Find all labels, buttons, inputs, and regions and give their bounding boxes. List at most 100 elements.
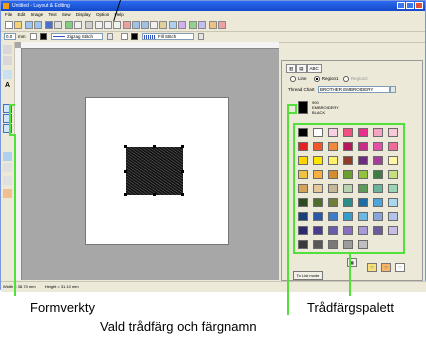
help-icon[interactable] <box>218 21 226 29</box>
thread-color-swatch[interactable] <box>298 184 308 193</box>
thread-color-swatch[interactable] <box>343 170 353 179</box>
maximize-icon[interactable] <box>406 2 414 9</box>
menu-edit[interactable]: Edit <box>18 12 26 17</box>
copy-icon[interactable] <box>104 21 112 29</box>
thread-color-swatch[interactable] <box>358 198 368 207</box>
stamp-tool-icon[interactable] <box>3 176 12 185</box>
thread-color-swatch[interactable] <box>328 240 338 249</box>
region-color-icon[interactable] <box>131 33 138 40</box>
thread-color-swatch[interactable] <box>343 156 353 165</box>
brush-tool-icon[interactable] <box>3 152 12 161</box>
thread-color-swatch[interactable] <box>298 156 308 165</box>
thread-color-swatch[interactable] <box>313 198 323 207</box>
thread-color-swatch[interactable] <box>373 156 383 165</box>
menu-text[interactable]: Text <box>48 12 56 17</box>
size-input[interactable]: 0.0 <box>4 33 16 40</box>
thread-color-swatch[interactable] <box>373 212 383 221</box>
thread-color-swatch[interactable] <box>373 226 383 235</box>
thread-chart-select[interactable]: BROTHER EMBROIDERY <box>318 86 390 93</box>
region-dropdown-icon[interactable] <box>198 33 204 40</box>
menu-sew[interactable]: Sew <box>62 12 71 17</box>
resize-handle[interactable] <box>124 145 127 148</box>
menu-option[interactable]: Option <box>96 12 109 17</box>
thread-color-swatch[interactable] <box>388 212 398 221</box>
resize-handle[interactable] <box>124 170 127 173</box>
thread-color-swatch[interactable] <box>388 142 398 151</box>
thread-color-swatch[interactable] <box>343 212 353 221</box>
open-icon[interactable] <box>14 21 22 29</box>
thread-color-swatch[interactable] <box>388 156 398 165</box>
select-tool-icon[interactable] <box>3 45 12 54</box>
text-tool-icon[interactable]: A <box>3 81 12 90</box>
thread-color-swatch[interactable] <box>298 240 308 249</box>
thread-color-swatch[interactable] <box>298 212 308 221</box>
import-icon[interactable] <box>25 21 33 29</box>
favorite-remove-icon[interactable]: ♡ <box>395 263 405 272</box>
duplicate-icon[interactable] <box>123 21 131 29</box>
thread-color-swatch[interactable] <box>343 142 353 151</box>
thread-color-swatch[interactable] <box>328 212 338 221</box>
cut-icon[interactable] <box>95 21 103 29</box>
favorite-add-icon[interactable]: ♡ <box>381 263 391 272</box>
paste-icon[interactable] <box>113 21 121 29</box>
minimize-icon[interactable] <box>397 2 405 9</box>
preview-icon[interactable] <box>189 21 197 29</box>
line-color-icon[interactable] <box>40 33 47 40</box>
align-icon[interactable] <box>159 21 167 29</box>
export-icon[interactable] <box>34 21 42 29</box>
thread-color-swatch[interactable] <box>373 170 383 179</box>
thread-color-swatch[interactable] <box>373 128 383 137</box>
thread-color-swatch[interactable] <box>313 184 323 193</box>
thread-color-swatch[interactable] <box>328 142 338 151</box>
thread-color-swatch[interactable] <box>388 198 398 207</box>
thread-color-swatch[interactable] <box>373 142 383 151</box>
design-property-icon[interactable] <box>209 21 217 29</box>
zoom-tool-icon[interactable] <box>3 70 12 79</box>
manual-punch-tool-icon[interactable] <box>3 189 12 198</box>
thread-color-swatch[interactable] <box>328 128 338 137</box>
thread-color-swatch[interactable] <box>343 226 353 235</box>
thread-color-swatch[interactable] <box>343 128 353 137</box>
line-sew-toggle-icon[interactable] <box>30 33 37 40</box>
thread-color-swatch[interactable] <box>298 142 308 151</box>
thread-color-swatch[interactable] <box>313 156 323 165</box>
thread-color-swatch[interactable] <box>388 184 398 193</box>
thread-color-swatch[interactable] <box>313 128 323 137</box>
resize-handle[interactable] <box>124 193 127 196</box>
thread-color-swatch[interactable] <box>358 128 368 137</box>
thread-color-swatch[interactable] <box>313 240 323 249</box>
thread-color-swatch[interactable] <box>358 170 368 179</box>
resize-handle[interactable] <box>181 193 184 196</box>
radio-region1[interactable] <box>313 75 320 82</box>
to-list-mode-button[interactable]: To List mode <box>293 271 323 280</box>
thread-color-swatch[interactable] <box>328 156 338 165</box>
thread-color-swatch[interactable] <box>373 184 383 193</box>
resize-handle[interactable] <box>181 170 184 173</box>
tab-region[interactable]: ▤ <box>296 64 307 73</box>
thread-color-swatch[interactable] <box>298 198 308 207</box>
menu-image[interactable]: Image <box>31 12 44 17</box>
thread-color-swatch[interactable] <box>313 142 323 151</box>
thread-color-swatch[interactable] <box>298 226 308 235</box>
thread-color-swatch[interactable] <box>358 142 368 151</box>
radio-region2[interactable] <box>342 75 349 82</box>
thread-color-swatch[interactable] <box>343 240 353 249</box>
mirror-icon[interactable] <box>132 21 140 29</box>
resize-handle[interactable] <box>153 193 156 196</box>
thread-color-swatch[interactable] <box>388 170 398 179</box>
thread-color-swatch[interactable] <box>358 212 368 221</box>
thread-color-swatch[interactable] <box>298 170 308 179</box>
thread-color-swatch[interactable] <box>388 128 398 137</box>
line-sew-type-select[interactable]: Zigzag Stitch <box>51 33 103 40</box>
thread-color-swatch[interactable] <box>343 184 353 193</box>
thread-color-swatch[interactable] <box>313 226 323 235</box>
thread-color-swatch[interactable] <box>358 240 368 249</box>
print-icon[interactable] <box>54 21 62 29</box>
eraser-tool-icon[interactable] <box>3 163 12 172</box>
favorite-icon[interactable]: ♡ <box>367 263 377 272</box>
thread-color-swatch[interactable] <box>373 198 383 207</box>
region-sew-toggle-icon[interactable] <box>121 33 128 40</box>
resize-handle[interactable] <box>153 145 156 148</box>
save-icon[interactable] <box>45 21 53 29</box>
line-dropdown-icon[interactable] <box>107 33 113 40</box>
